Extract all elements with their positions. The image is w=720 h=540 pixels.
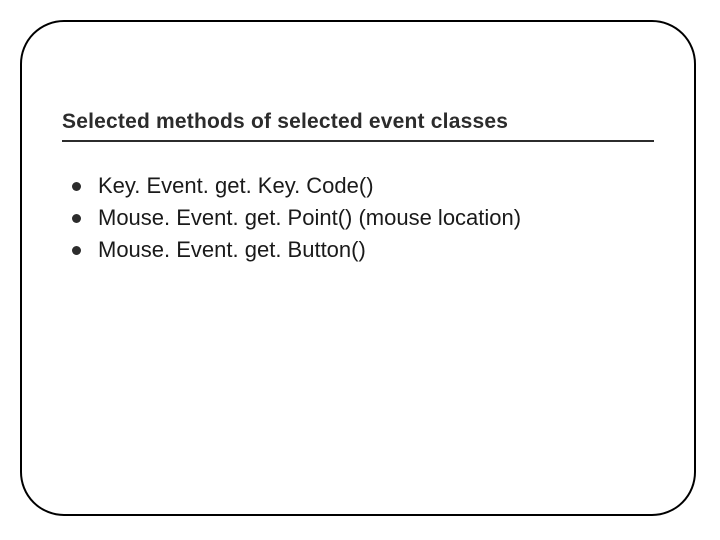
list-item: Mouse. Event. get. Button() bbox=[68, 234, 654, 266]
list-item: Mouse. Event. get. Point() (mouse locati… bbox=[68, 202, 654, 234]
slide-title: Selected methods of selected event class… bbox=[62, 110, 654, 134]
slide-frame: Selected methods of selected event class… bbox=[20, 20, 696, 516]
slide-content: Selected methods of selected event class… bbox=[22, 22, 694, 266]
bullet-list: Key. Event. get. Key. Code() Mouse. Even… bbox=[62, 170, 654, 266]
title-underline bbox=[62, 140, 654, 142]
list-item: Key. Event. get. Key. Code() bbox=[68, 170, 654, 202]
